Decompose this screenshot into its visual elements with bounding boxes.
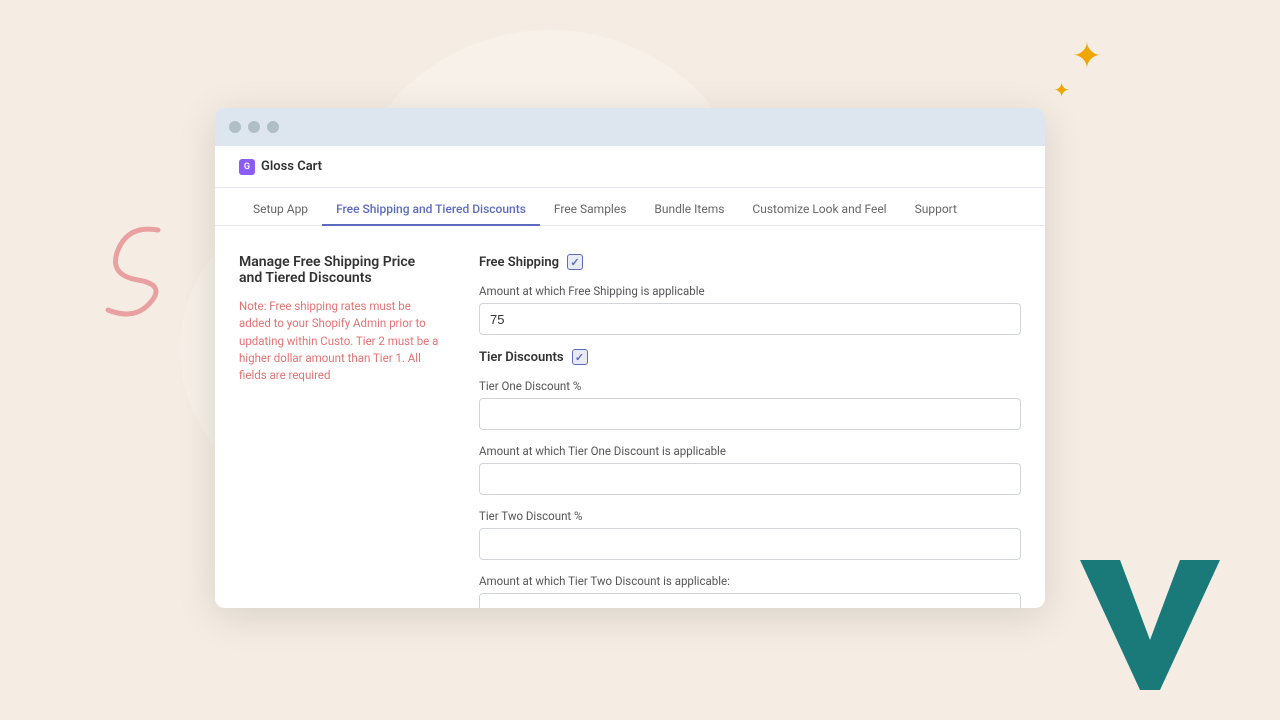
app-logo-label: Gloss Cart <box>261 159 322 174</box>
tab-free-shipping-tiered[interactable]: Free Shipping and Tiered Discounts <box>322 194 540 226</box>
tier-two-discount-input[interactable] <box>479 528 1021 560</box>
tier-two-discount-label: Tier Two Discount % <box>479 509 1021 523</box>
tier-two-amount-input[interactable] <box>479 593 1021 608</box>
teal-v-decoration <box>1080 560 1220 690</box>
star-small-icon: ✦ <box>1053 80 1070 100</box>
tier-one-amount-label: Amount at which Tier One Discount is app… <box>479 444 1021 458</box>
free-shipping-checkbox[interactable] <box>567 254 583 270</box>
free-shipping-amount-group: Amount at which Free Shipping is applica… <box>479 284 1021 335</box>
tab-customize[interactable]: Customize Look and Feel <box>738 194 900 226</box>
tier-one-discount-label: Tier One Discount % <box>479 379 1021 393</box>
browser-dot-2 <box>248 121 260 133</box>
free-shipping-label: Free Shipping <box>479 255 559 270</box>
right-panel: Free Shipping Amount at which Free Shipp… <box>479 254 1021 580</box>
manage-section-title: Manage Free Shipping Price and Tiered Di… <box>239 254 439 286</box>
tab-free-samples[interactable]: Free Samples <box>540 194 641 226</box>
app-header: G Gloss Cart <box>215 146 1045 188</box>
app-logo: G Gloss Cart <box>239 159 322 175</box>
browser-dot-1 <box>229 121 241 133</box>
free-shipping-amount-input[interactable] <box>479 303 1021 335</box>
left-panel: Manage Free Shipping Price and Tiered Di… <box>239 254 439 580</box>
browser-titlebar <box>215 108 1045 146</box>
content-area: Manage Free Shipping Price and Tiered Di… <box>215 226 1045 608</box>
tier-one-amount-input[interactable] <box>479 463 1021 495</box>
browser-window: G Gloss Cart Setup App Free Shipping and… <box>215 108 1045 608</box>
tier-discounts-label: Tier Discounts <box>479 350 564 365</box>
tier-discounts-checkbox[interactable] <box>572 349 588 365</box>
squiggle-decoration <box>68 220 198 320</box>
tab-support[interactable]: Support <box>901 194 971 226</box>
tier-one-amount-group: Amount at which Tier One Discount is app… <box>479 444 1021 495</box>
tier-discounts-header: Tier Discounts <box>479 349 1021 365</box>
tab-bundle-items[interactable]: Bundle Items <box>640 194 738 226</box>
tier-two-amount-group: Amount at which Tier Two Discount is app… <box>479 574 1021 608</box>
tier-two-discount-group: Tier Two Discount % <box>479 509 1021 560</box>
tier-one-discount-input[interactable] <box>479 398 1021 430</box>
star-large-icon: ✦ <box>1072 38 1102 74</box>
tab-setup-app[interactable]: Setup App <box>239 194 322 226</box>
tier-one-discount-group: Tier One Discount % <box>479 379 1021 430</box>
free-shipping-amount-label: Amount at which Free Shipping is applica… <box>479 284 1021 298</box>
tier-two-amount-label: Amount at which Tier Two Discount is app… <box>479 574 1021 588</box>
note-text: Note: Free shipping rates must be added … <box>239 298 439 384</box>
free-shipping-header: Free Shipping <box>479 254 1021 270</box>
nav-tabs: Setup App Free Shipping and Tiered Disco… <box>215 188 1045 226</box>
browser-dot-3 <box>267 121 279 133</box>
app-logo-icon: G <box>239 159 255 175</box>
